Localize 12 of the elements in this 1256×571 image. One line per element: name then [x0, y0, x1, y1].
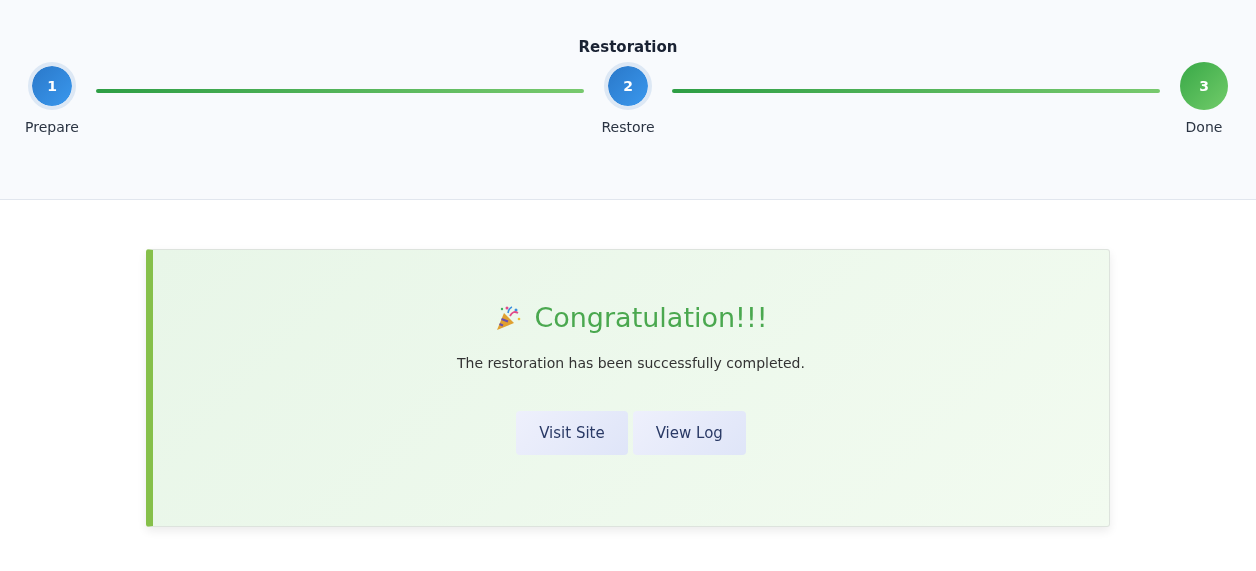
- step-circle: 1: [28, 62, 76, 110]
- step-label: Done: [1185, 119, 1223, 135]
- step-label: Prepare: [25, 119, 79, 135]
- action-button[interactable]: View Log: [632, 411, 746, 455]
- action-button[interactable]: Visit Site: [516, 411, 628, 455]
- step-circle: 2: [604, 62, 652, 110]
- success-heading: Congratulation!!!: [534, 302, 768, 333]
- party-popper-icon: [494, 303, 523, 332]
- success-message: The restoration has been successfully completed.: [457, 355, 805, 371]
- step-label: Restore: [601, 119, 655, 135]
- step-circle: 3: [1180, 62, 1228, 110]
- wizard-title: Restoration: [578, 38, 678, 56]
